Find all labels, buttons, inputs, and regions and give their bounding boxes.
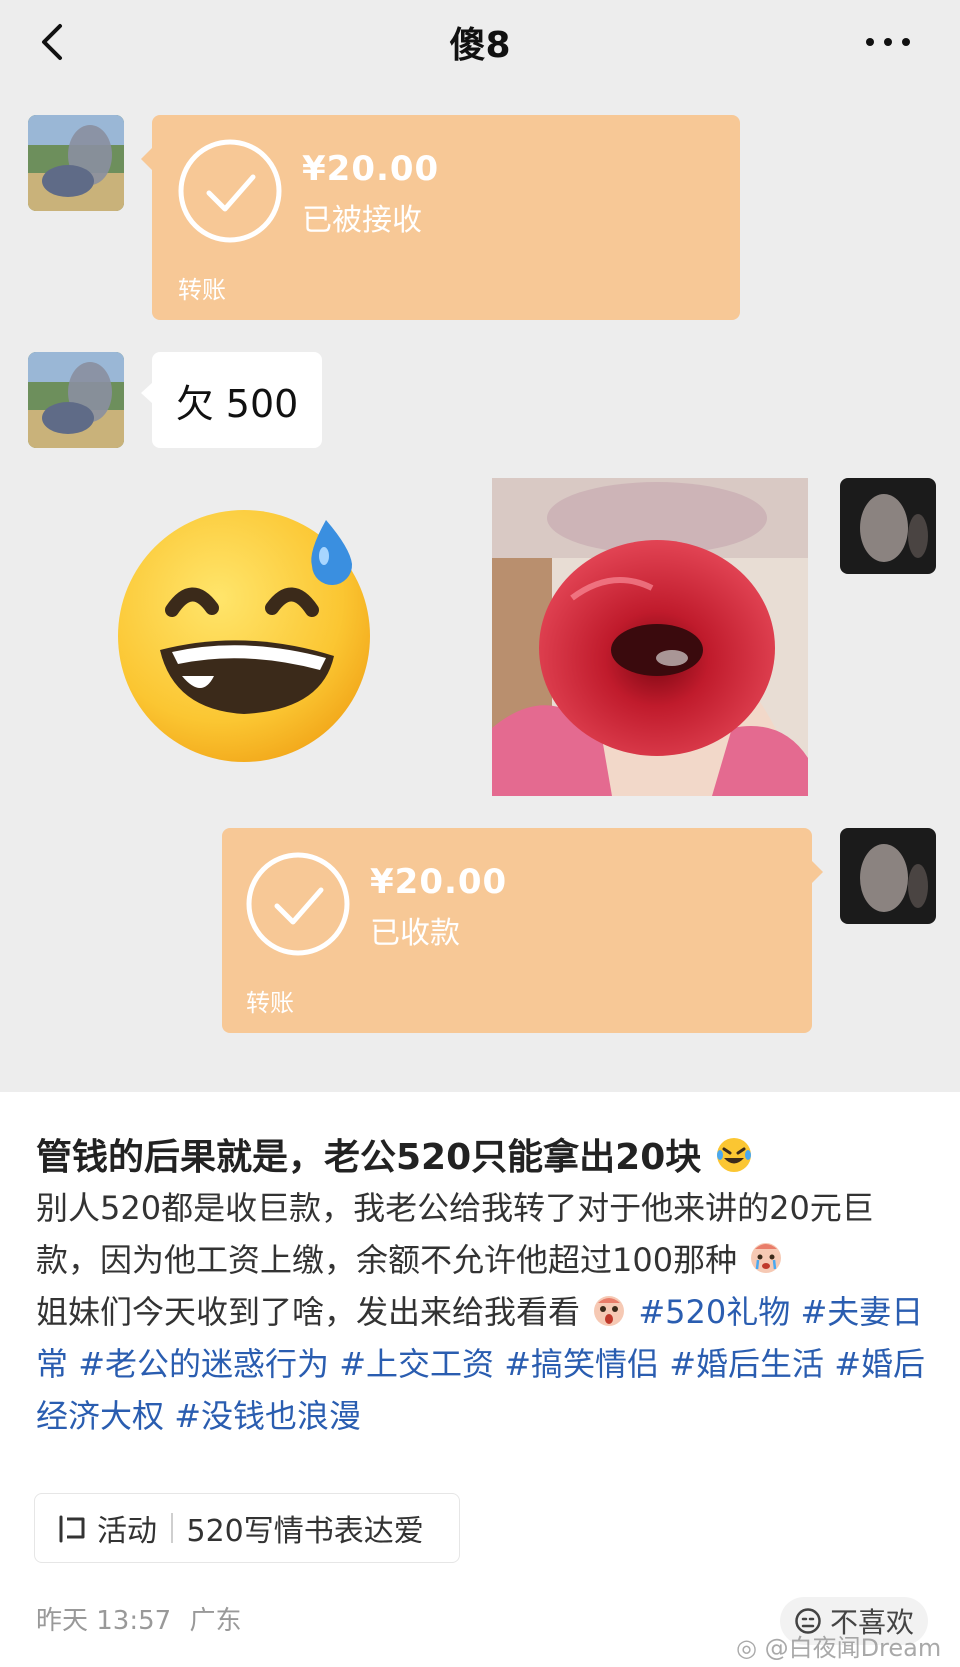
activity-flag-icon — [59, 1515, 85, 1543]
chat-screenshot: 傻8 ¥20.00 已被接收 转账 欠 500 ¥20.00 已收款 转账 — [0, 0, 960, 1092]
hashtag-link[interactable]: #上交工资 — [339, 1345, 494, 1383]
blurred-avatar-photo — [840, 478, 936, 574]
transfer-status: 已被接收 — [302, 203, 422, 238]
sweat-grin-emoji-sticker[interactable] — [112, 500, 392, 764]
my-avatar[interactable] — [840, 828, 936, 924]
dot-icon — [884, 38, 892, 46]
chat-nav-bar: 傻8 — [0, 0, 960, 84]
transfer-received-bubble[interactable]: ¥20.00 已被接收 转账 — [141, 115, 740, 320]
check-circle-icon — [246, 852, 350, 956]
chat-title: 傻8 — [449, 25, 511, 66]
hashtag-link[interactable]: #婚后生活 — [669, 1345, 824, 1383]
shocked-face-emoji-icon — [594, 1296, 625, 1326]
message-text: 欠 500 — [175, 381, 299, 426]
transfer-label: 转账 — [246, 989, 294, 1017]
weibo-logo-icon: ◎ — [736, 1634, 765, 1662]
activity-separator — [171, 1513, 173, 1543]
watermark: ◎ @白夜闻Dream — [736, 1628, 941, 1663]
post-body-question: 姐妹们今天收到了啥，发出来给我看看 — [36, 1293, 581, 1331]
contact-avatar[interactable] — [28, 115, 124, 211]
hashtag-link[interactable]: #没钱也浪漫 — [174, 1397, 361, 1435]
dot-icon — [866, 38, 874, 46]
post-meta: 昨天 13:57 广东 — [36, 1600, 241, 1637]
blurred-avatar-photo — [28, 115, 124, 211]
check-circle-icon — [178, 139, 282, 243]
activity-name: 520写情书表达爱 — [186, 1514, 424, 1549]
contact-avatar[interactable] — [28, 352, 124, 448]
lips-photo[interactable] — [492, 478, 808, 796]
more-options-button[interactable] — [858, 22, 918, 62]
bubble-tail — [141, 147, 153, 171]
transfer-label: 转账 — [178, 276, 226, 304]
app-root: 傻8 ¥20.00 已被接收 转账 欠 500 ¥20.00 已收款 转账 管钱… — [0, 0, 960, 1667]
post-location: 广东 — [189, 1606, 242, 1636]
post-time: 昨天 13:57 — [36, 1606, 172, 1636]
crying-face-emoji-icon — [751, 1243, 782, 1273]
transfer-sent-bubble[interactable]: ¥20.00 已收款 转账 — [222, 828, 823, 1033]
bubble-tail — [811, 860, 823, 884]
rofl-emoji-icon — [716, 1138, 751, 1172]
blurred-avatar-photo — [840, 828, 936, 924]
post-body: 别人520都是收巨款，我老公给我转了对于他来讲的20元巨款，因为他工资上缴，余额… — [36, 1182, 936, 1442]
post-title: 管钱的后果就是，老公520只能拿出20块 — [36, 1134, 926, 1182]
my-avatar[interactable] — [840, 478, 936, 574]
text-message-bubble[interactable]: 欠 500 — [141, 352, 322, 448]
hashtag-link[interactable]: #520礼物 — [638, 1293, 790, 1331]
dot-icon — [902, 38, 910, 46]
hashtag-link[interactable]: #老公的迷惑行为 — [78, 1345, 329, 1383]
blurred-avatar-photo — [28, 352, 124, 448]
watermark-text: @白夜闻Dream — [764, 1634, 942, 1662]
activity-label: 活动 — [97, 1514, 157, 1549]
transfer-amount: ¥20.00 — [370, 862, 508, 902]
hashtag-link[interactable]: #搞笑情侣 — [504, 1345, 659, 1383]
post-title-text: 管钱的后果就是，老公520只能拿出20块 — [36, 1137, 702, 1178]
transfer-status: 已收款 — [370, 916, 460, 951]
activity-chip[interactable]: 活动 520写情书表达爱 — [34, 1493, 460, 1563]
bubble-tail — [141, 382, 153, 404]
transfer-amount: ¥20.00 — [302, 149, 440, 189]
